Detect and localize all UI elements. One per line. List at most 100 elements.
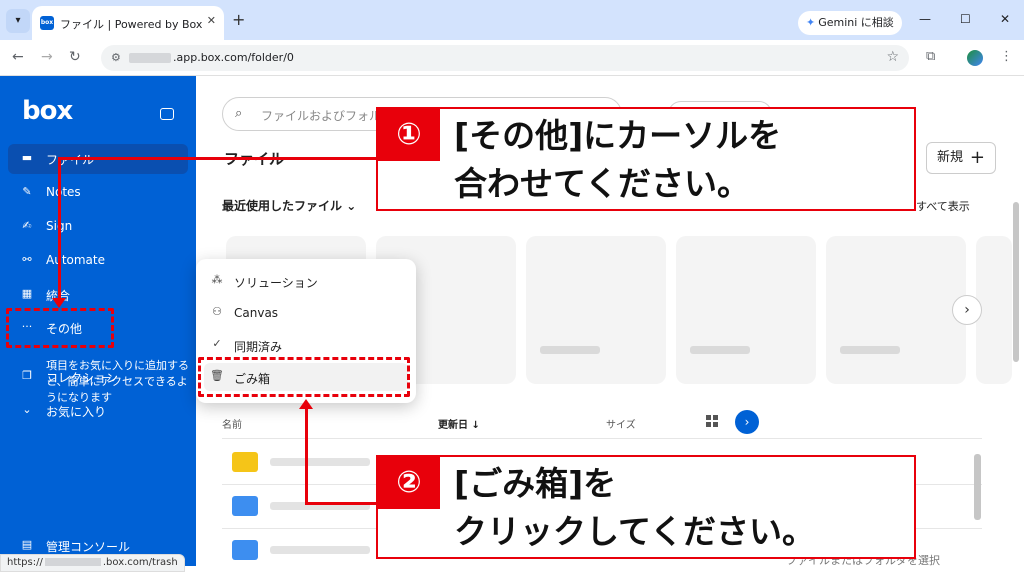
- list-divider: [222, 438, 982, 439]
- box-favicon-icon: box: [40, 16, 54, 30]
- browser-menu-icon[interactable]: ⋮: [1000, 49, 1013, 64]
- menu-item-solutions[interactable]: ⁂ ソリューション: [204, 267, 408, 295]
- folder-icon: [232, 452, 258, 472]
- minimize-icon[interactable]: —: [919, 12, 931, 26]
- chevron-down-icon: ⌄: [22, 403, 32, 416]
- url-text: .app.box.com/folder/0: [173, 51, 294, 64]
- step1-line1: [その他]にカーソルを: [454, 116, 782, 155]
- card-title-redacted: [540, 346, 600, 354]
- step2-badge: ②: [378, 457, 440, 509]
- search-placeholder: ファイルおよびフォルダ: [261, 109, 394, 123]
- gemini-button[interactable]: ✦ Gemini に相談: [798, 11, 902, 35]
- column-header-size[interactable]: サイズ: [606, 416, 636, 431]
- sidebar-item-automate[interactable]: ⚯ Automate: [8, 246, 188, 276]
- connector-line-1-horizontal: [58, 157, 378, 160]
- sidebar-item-label: 管理コンソール: [46, 540, 131, 554]
- canvas-icon: ⚇: [212, 305, 222, 318]
- sidebar-item-label: Notes: [46, 185, 81, 199]
- maximize-icon[interactable]: ☐: [960, 12, 971, 26]
- automate-icon: ⚯: [22, 253, 32, 266]
- address-bar[interactable]: ⚙ .app.box.com/folder/0 ☆: [101, 45, 909, 71]
- new-button-label: 新規: [937, 150, 964, 165]
- carousel-next-icon[interactable]: ›: [952, 295, 982, 325]
- back-arrow-icon[interactable]: ←: [12, 49, 24, 65]
- list-scrollbar[interactable]: [974, 454, 981, 520]
- collection-icon: ❐: [22, 369, 32, 382]
- link-status-bar: https:// .box.com/trash: [0, 554, 185, 572]
- card-title-redacted: [690, 346, 750, 354]
- page-scrollbar[interactable]: [1013, 202, 1019, 362]
- solutions-icon: ⁂: [211, 273, 223, 286]
- chevron-down-icon: ⌄: [346, 199, 357, 213]
- sidebar-item-sign[interactable]: ✍ Sign: [8, 212, 188, 242]
- arrow-down-icon: [52, 298, 66, 308]
- shared-folder-icon: [232, 496, 258, 516]
- column-header-updated[interactable]: 更新日 ↓: [438, 416, 480, 431]
- step1-badge: ①: [378, 109, 440, 161]
- column-header-name[interactable]: 名前: [222, 416, 242, 431]
- synced-icon: ✓: [212, 337, 222, 350]
- status-url-suffix: .box.com/trash: [102, 557, 178, 568]
- menu-item-label: ソリューション: [234, 276, 318, 290]
- details-panel-chevron-icon[interactable]: ›: [735, 410, 759, 434]
- forward-arrow-icon[interactable]: →: [41, 49, 53, 65]
- profile-avatar[interactable]: [967, 50, 983, 66]
- search-icon: ⌕: [235, 106, 243, 121]
- new-tab-plus-icon[interactable]: +: [232, 10, 245, 29]
- gemini-sparkle-icon: ✦: [806, 16, 816, 29]
- status-url-redacted: [44, 558, 101, 566]
- admin-console-icon: ▤: [21, 538, 33, 551]
- highlight-trash-item: [198, 357, 410, 397]
- step2-line2: クリックしてください。: [454, 512, 816, 551]
- recent-file-card[interactable]: [676, 236, 816, 384]
- shared-folder-icon: [232, 540, 258, 560]
- collapse-sidebar-icon[interactable]: [160, 108, 174, 120]
- sidebar-item-notes[interactable]: ✎ Notes: [8, 178, 188, 208]
- recent-file-card[interactable]: [526, 236, 666, 384]
- tab-search-chevron-icon[interactable]: ▾: [6, 9, 30, 33]
- step1-callout: ① [その他]にカーソルを 合わせてください。: [376, 107, 916, 211]
- folder-icon: ▬: [21, 151, 33, 164]
- recent-files-label: 最近使用したファイル: [222, 199, 343, 213]
- bookmark-star-icon[interactable]: ☆: [886, 49, 899, 65]
- connector-line-1-vertical: [58, 157, 61, 300]
- box-logo[interactable]: box: [22, 96, 73, 126]
- arrow-up-icon: [299, 399, 313, 409]
- reload-icon[interactable]: ↻: [69, 49, 81, 65]
- integrations-icon: ▦: [21, 287, 33, 300]
- site-info-icon[interactable]: ⚙: [111, 51, 121, 64]
- sidebar-item-integrations[interactable]: ▦ 統合: [8, 280, 188, 310]
- show-all-link[interactable]: すべて表示: [916, 198, 970, 214]
- recent-files-heading[interactable]: 最近使用したファイル ⌄: [222, 197, 356, 214]
- browser-tab-bar: ▾ box ファイル | Powered by Box ✕ + ✦ Gemini …: [0, 0, 1024, 40]
- step1-line2: 合わせてください。: [454, 164, 751, 203]
- tab-close-icon[interactable]: ✕: [207, 14, 216, 27]
- menu-item-label: 同期済み: [234, 340, 283, 354]
- menu-item-canvas[interactable]: ⚇ Canvas: [204, 299, 408, 327]
- close-window-icon[interactable]: ✕: [1000, 12, 1010, 26]
- sidebar-item-label: Automate: [46, 253, 105, 267]
- status-url-prefix: https://: [7, 557, 43, 568]
- card-title-redacted: [840, 346, 900, 354]
- recent-file-card[interactable]: [826, 236, 966, 384]
- menu-item-label: Canvas: [234, 306, 279, 320]
- tab-title: ファイル | Powered by Box: [60, 18, 203, 31]
- url-redacted: [129, 53, 171, 63]
- notes-icon: ✎: [22, 185, 32, 198]
- favorites-hint: 項目をお気に入りに追加すると、簡単にアクセスできるようになります: [46, 359, 189, 404]
- extensions-icon[interactable]: ⧉: [926, 49, 935, 64]
- grid-view-icon[interactable]: [706, 415, 719, 428]
- plus-icon: +: [969, 147, 985, 168]
- gemini-label: Gemini に相談: [818, 16, 894, 29]
- table-row[interactable]: [270, 458, 370, 466]
- step2-callout: ② [ごみ箱]を クリックしてください。: [376, 455, 916, 559]
- browser-tab[interactable]: box ファイル | Powered by Box ✕: [32, 6, 224, 40]
- new-button[interactable]: 新規 +: [926, 142, 996, 174]
- menu-item-synced[interactable]: ✓ 同期済み: [204, 331, 408, 359]
- sign-icon: ✍: [22, 219, 32, 232]
- table-row[interactable]: [270, 546, 370, 554]
- step2-line1: [ごみ箱]を: [454, 464, 617, 503]
- browser-toolbar: ← → ↻ ⚙ .app.box.com/folder/0 ☆ ⧉ ⋮: [0, 40, 1024, 76]
- connector-line-2-horizontal: [305, 502, 379, 505]
- highlight-more-item: [6, 308, 114, 348]
